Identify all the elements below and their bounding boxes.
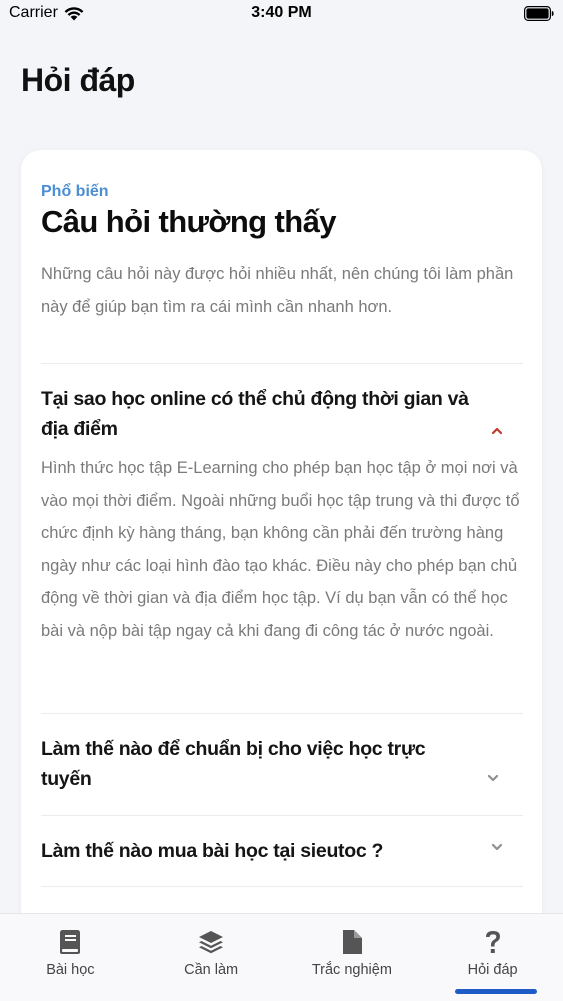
faq-description: Những câu hỏi này được hỏi nhiều nhất, n…	[41, 265, 514, 316]
divider	[41, 713, 523, 714]
tab-hoi-dap[interactable]: Hỏi đáp	[422, 914, 563, 1001]
tab-bar: Bài học Cần làm Trắc nghiệm Hỏi đáp	[0, 913, 563, 1001]
tab-label: Hỏi đáp	[467, 962, 518, 978]
chevron-down-icon[interactable]	[486, 771, 500, 785]
book-icon	[57, 928, 83, 956]
tab-bai-hoc[interactable]: Bài học	[0, 914, 141, 1001]
tab-label: Trắc nghiệm	[311, 962, 392, 978]
faq-card: Phổ biến Câu hỏi thường thấy Những câu h…	[21, 150, 542, 950]
question-icon	[480, 928, 506, 956]
divider	[41, 886, 523, 887]
document-icon	[339, 928, 365, 956]
faq-question-2[interactable]: Làm thế nào để chuẩn bị cho việc học trự…	[41, 734, 471, 794]
status-bar: Carrier 3:40 PM	[0, 0, 563, 30]
layers-icon	[198, 928, 224, 956]
tab-trac-nghiem[interactable]: Trắc nghiệm	[282, 914, 423, 1001]
chevron-down-icon[interactable]	[490, 840, 504, 854]
faq-question-3[interactable]: Làm thế nào mua bài học tại sieutoc ?	[41, 836, 501, 866]
page-title: Hỏi đáp	[21, 62, 135, 98]
faq-question-1[interactable]: Tại sao học online có thể chủ động thời …	[41, 384, 471, 444]
battery-icon	[524, 6, 554, 21]
faq-title: Câu hỏi thường thấy	[41, 204, 336, 239]
divider	[41, 363, 523, 364]
divider	[41, 815, 523, 816]
active-tab-indicator	[455, 989, 537, 994]
tab-label: Cần làm	[184, 962, 239, 978]
faq-answer-1: Hình thức học tập E-Learning cho phép bạ…	[41, 459, 520, 640]
status-time: 3:40 PM	[251, 4, 312, 21]
chevron-up-icon[interactable]	[490, 424, 504, 438]
tab-can-lam[interactable]: Cần làm	[141, 914, 282, 1001]
tab-label: Bài học	[46, 962, 95, 978]
faq-eyebrow: Phổ biến	[41, 183, 109, 200]
